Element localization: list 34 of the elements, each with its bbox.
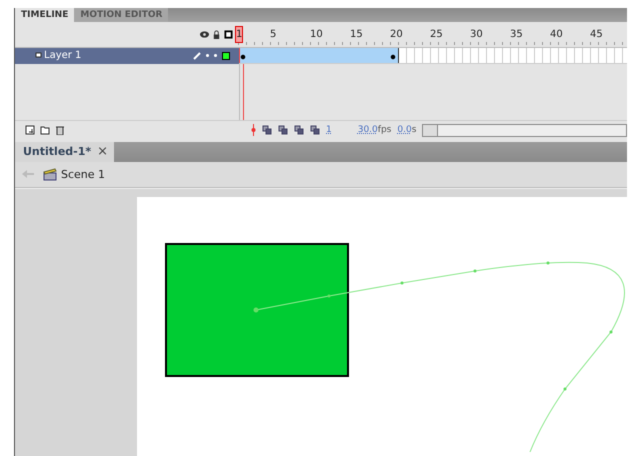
rectangle-shape[interactable] [165, 243, 349, 378]
frame-number: 40 [549, 28, 564, 40]
frame-number: 15 [349, 28, 364, 40]
frame-number: 35 [509, 28, 524, 40]
frame-number: 20 [389, 28, 404, 40]
clapperboard-icon [43, 167, 57, 182]
visibility-dot-icon[interactable] [206, 54, 209, 58]
current-frame[interactable]: 1 [326, 125, 332, 136]
frame-number: 45 [589, 28, 604, 40]
lock-icon[interactable] [212, 30, 221, 39]
close-icon[interactable]: × [97, 144, 108, 160]
new-layer-icon[interactable] [25, 125, 35, 136]
frame-number: 25 [429, 28, 444, 40]
scene-label[interactable]: Scene 1 [61, 168, 106, 181]
panel-tab[interactable]: TIMELINE [15, 8, 74, 22]
trash-icon[interactable] [55, 125, 65, 136]
document-tab[interactable]: Untitled-1* × [15, 142, 114, 162]
horizontal-scrollbar[interactable] [422, 124, 627, 137]
folder-icon[interactable] [40, 125, 50, 136]
frame-rate[interactable]: 30.0fps [358, 125, 392, 136]
layer-icon [35, 52, 42, 60]
frame-number: 10 [309, 28, 324, 40]
pencil-icon [193, 52, 201, 60]
lock-dot-icon[interactable] [214, 54, 217, 58]
outline-color-icon[interactable] [222, 52, 230, 60]
frame-number: 5 [269, 28, 278, 40]
layer-row[interactable]: Layer 1 [15, 48, 239, 64]
playhead[interactable]: 1 [235, 26, 243, 43]
eye-icon[interactable] [200, 30, 209, 39]
tween-span[interactable] [240, 48, 399, 63]
frame-number: 30 [469, 28, 484, 40]
playhead-marker-icon[interactable] [251, 124, 256, 136]
outline-icon[interactable] [224, 30, 233, 39]
elapsed-time[interactable]: 0.0s [397, 125, 416, 136]
